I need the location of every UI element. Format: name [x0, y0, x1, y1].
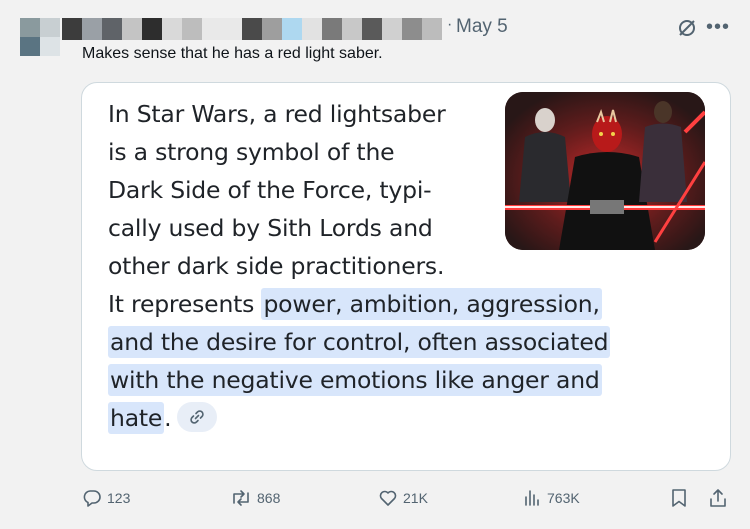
like-count: 21K	[403, 490, 428, 506]
answer-line: Dark Side of the Force, typi-	[108, 176, 432, 204]
reply-icon	[83, 490, 101, 507]
highlighted-text: with the negative emotions like anger an…	[108, 364, 602, 396]
link-icon	[190, 409, 205, 424]
answer-line: hate.	[108, 399, 698, 437]
reply-count: 123	[107, 490, 131, 506]
post-date[interactable]: May 5	[456, 16, 508, 38]
like-button[interactable]: 21K	[378, 482, 428, 514]
share-button[interactable]	[708, 482, 728, 514]
answer-line: is a strong symbol of the	[108, 138, 395, 166]
answer-line: In Star Wars, a red lightsaber	[108, 100, 446, 128]
action-bar: 123 868 21K 763K	[0, 482, 750, 514]
answer-line: and the desire for control, often associ…	[108, 323, 698, 361]
repost-icon	[233, 490, 249, 506]
bookmark-button[interactable]	[670, 482, 688, 514]
answer-line: with the negative emotions like anger an…	[108, 361, 698, 399]
separator-dot: ·	[447, 16, 453, 33]
answer-line-start: It represents	[108, 290, 262, 318]
highlighted-text: power, ambition, aggression,	[261, 288, 602, 320]
more-icon[interactable]: •••	[706, 16, 730, 38]
answer-line: other dark side practitioners.	[108, 252, 445, 280]
share-icon	[710, 489, 726, 507]
answer-line: cally used by Sith Lords and	[108, 214, 433, 242]
repost-count: 868	[257, 490, 281, 506]
views-button[interactable]: 763K	[524, 482, 580, 514]
views-icon	[525, 490, 539, 506]
grok-answer-text: In Star Wars, a red lightsaber is a stro…	[108, 95, 698, 437]
avatar[interactable]	[20, 18, 60, 56]
views-count: 763K	[547, 490, 580, 506]
bookmark-icon	[672, 489, 686, 507]
answer-line: It represents power, ambition, aggressio…	[108, 285, 698, 323]
grok-icon[interactable]	[676, 17, 698, 39]
highlighted-text: hate	[108, 402, 165, 434]
reply-button[interactable]: 123	[82, 482, 130, 514]
repost-button[interactable]: 868	[230, 482, 280, 514]
source-link-chip[interactable]	[177, 401, 218, 432]
highlighted-text: and the desire for control, often associ…	[108, 326, 611, 358]
reply-text: Makes sense that he has a red light sabe…	[82, 45, 383, 62]
heart-icon	[379, 490, 397, 506]
post: · May 5 ••• Makes sense that he has a re…	[0, 0, 750, 529]
author-name-handle[interactable]	[62, 18, 447, 40]
answer-period: .	[164, 404, 172, 432]
